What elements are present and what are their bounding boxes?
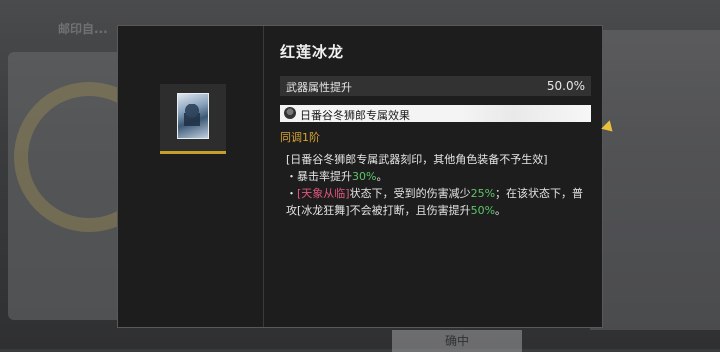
effect-description: [日番谷冬狮郎专属武器刻印，其他角色装备不予生效] ・暴击率提升30%。 ・[天…: [286, 151, 586, 219]
dialog-left-column: [118, 26, 264, 327]
sync-level-label: 同调1阶: [280, 131, 320, 144]
description-line: [日番谷冬狮郎专属武器刻印，其他角色装备不予生效]: [286, 153, 548, 166]
exclusive-effect-label: 日番谷冬狮郎专属效果: [300, 109, 410, 122]
stat-row: 武器属性提升 50.0%: [280, 76, 591, 96]
engraving-card-image: [177, 93, 209, 139]
description-line: ・暴击率提升30%。: [286, 170, 388, 183]
dialog-detail-panel: 红莲冰龙 武器属性提升 50.0% 日番谷冬狮郎专属效果 同调1阶 [日番谷冬狮…: [264, 26, 602, 327]
engraving-title: 红莲冰龙: [280, 43, 345, 61]
stat-name: 武器属性提升: [286, 81, 352, 94]
exclusive-effect-bar: 日番谷冬狮郎专属效果: [280, 105, 591, 122]
background-title: 邮印自...: [58, 22, 108, 36]
background-right-panel: [590, 30, 720, 330]
description-line: 攻[冰龙狂舞]不会被打断，且伤害提升50%。: [286, 204, 507, 217]
weapon-engraving-dialog: 红莲冰龙 武器属性提升 50.0% 日番谷冬狮郎专属效果 同调1阶 [日番谷冬狮…: [117, 25, 603, 328]
description-line: ・[天象从临]状态下，受到的伤害减少25%；在该状态下，普: [286, 187, 584, 200]
engraving-card-slot[interactable]: [160, 84, 226, 154]
character-avatar-icon: [284, 107, 296, 119]
stat-value: 50.0%: [546, 79, 585, 93]
character-portrait-icon: [184, 104, 200, 126]
